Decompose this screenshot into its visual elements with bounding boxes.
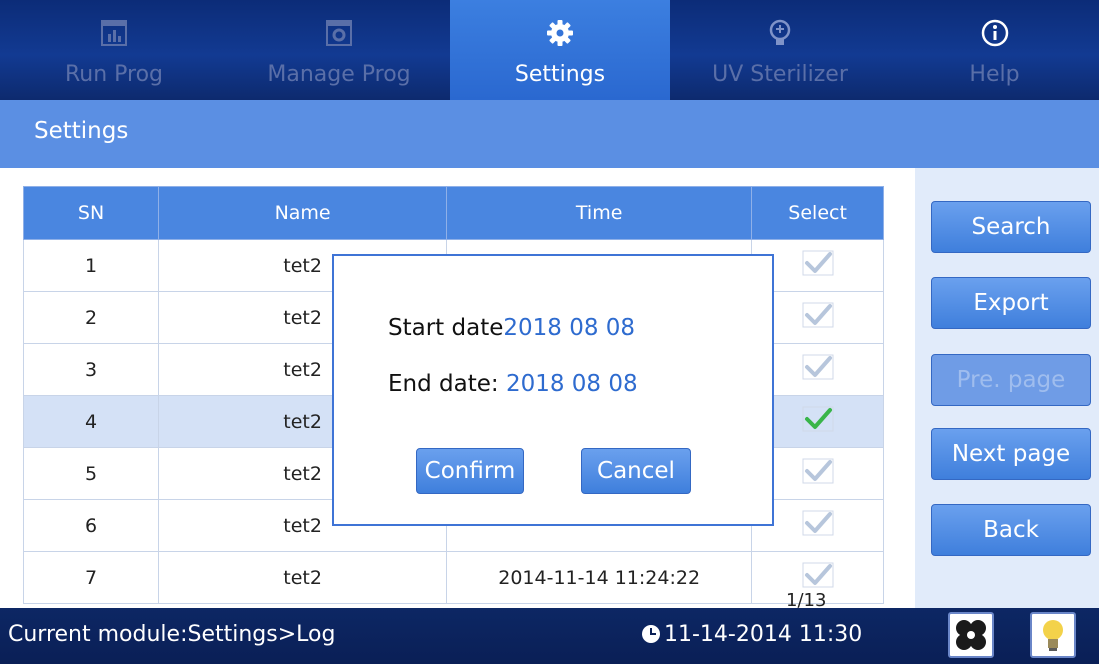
tab-settings[interactable]: Settings — [450, 0, 670, 100]
clock-icon — [642, 625, 660, 643]
checkmark-icon[interactable] — [802, 458, 834, 484]
info-icon — [981, 19, 1008, 47]
cell-sn: 1 — [22, 239, 160, 292]
fan-icon — [956, 620, 986, 650]
tab-label: Help — [969, 62, 1020, 87]
prev-page-button[interactable]: Pre. page — [931, 354, 1091, 406]
checkmark-icon[interactable] — [802, 510, 834, 536]
column-header-time: Time — [446, 186, 753, 240]
date-range-dialog: Start date2018 08 08 End date: 2018 08 0… — [332, 254, 774, 526]
confirm-button[interactable]: Confirm — [416, 448, 524, 494]
tab-label: Manage Prog — [267, 62, 411, 87]
end-date-input[interactable]: 2018 08 08 — [506, 371, 638, 397]
checkmark-icon[interactable] — [802, 354, 834, 380]
start-date-input[interactable]: 2018 08 08 — [503, 315, 635, 341]
status-bar: Current module:Settings>Log 11-14-2014 1… — [0, 608, 1099, 664]
bulb-icon — [1043, 620, 1063, 651]
top-nav: Run Prog Manage Prog Settings UV Sterili… — [0, 0, 1099, 100]
checkmark-icon[interactable] — [802, 562, 834, 588]
back-button[interactable]: Back — [931, 504, 1091, 556]
next-page-button[interactable]: Next page — [931, 428, 1091, 480]
cell-sn: 3 — [22, 343, 160, 396]
tab-run-prog[interactable]: Run Prog — [0, 0, 228, 100]
checkmark-icon[interactable] — [802, 250, 834, 276]
column-header-sn: SN — [22, 186, 160, 240]
clock: 11-14-2014 11:30 — [642, 622, 862, 647]
tab-label: UV Sterilizer — [712, 62, 848, 87]
page-title: Settings — [34, 118, 129, 144]
cell-sn: 5 — [22, 447, 160, 500]
gear-icon — [547, 20, 573, 46]
bar-chart-icon — [101, 20, 127, 46]
table-header-row: SN Name Time Select — [22, 186, 884, 240]
cell-sn: 6 — [22, 499, 160, 552]
current-module: Current module:Settings>Log — [8, 622, 336, 647]
cell-sn: 2 — [22, 291, 160, 344]
column-header-name: Name — [158, 186, 448, 240]
tab-help[interactable]: Help — [890, 0, 1099, 100]
start-date-label: Start date — [388, 315, 504, 341]
end-date-label: End date: — [388, 371, 499, 397]
checkmark-icon[interactable] — [802, 406, 834, 432]
checkmark-icon[interactable] — [802, 302, 834, 328]
export-button[interactable]: Export — [931, 277, 1091, 329]
start-date-row: Start date2018 08 08 — [388, 315, 635, 341]
table-row[interactable]: 7 tet2 2014-11-14 11:24:22 — [22, 551, 884, 604]
light-button[interactable] — [1030, 612, 1076, 658]
settings-window-icon — [326, 20, 352, 46]
cell-sn: 4 — [22, 395, 160, 448]
cell-sn: 7 — [22, 551, 160, 604]
tab-manage-prog[interactable]: Manage Prog — [228, 0, 450, 100]
title-bar: Settings — [0, 100, 1099, 168]
search-button[interactable]: Search — [931, 201, 1091, 253]
tab-uv-sterilizer[interactable]: UV Sterilizer — [670, 0, 890, 100]
cell-name: tet2 — [158, 551, 448, 604]
cell-time: 2014-11-14 11:24:22 — [446, 551, 753, 604]
column-header-select: Select — [751, 186, 884, 240]
clock-text: 11-14-2014 11:30 — [664, 622, 863, 647]
tab-label: Settings — [514, 62, 606, 87]
cancel-button[interactable]: Cancel — [581, 448, 691, 494]
fan-button[interactable] — [948, 612, 994, 658]
bulb-icon — [769, 19, 791, 45]
tab-label: Run Prog — [64, 62, 164, 87]
end-date-row: End date: 2018 08 08 — [388, 371, 638, 397]
